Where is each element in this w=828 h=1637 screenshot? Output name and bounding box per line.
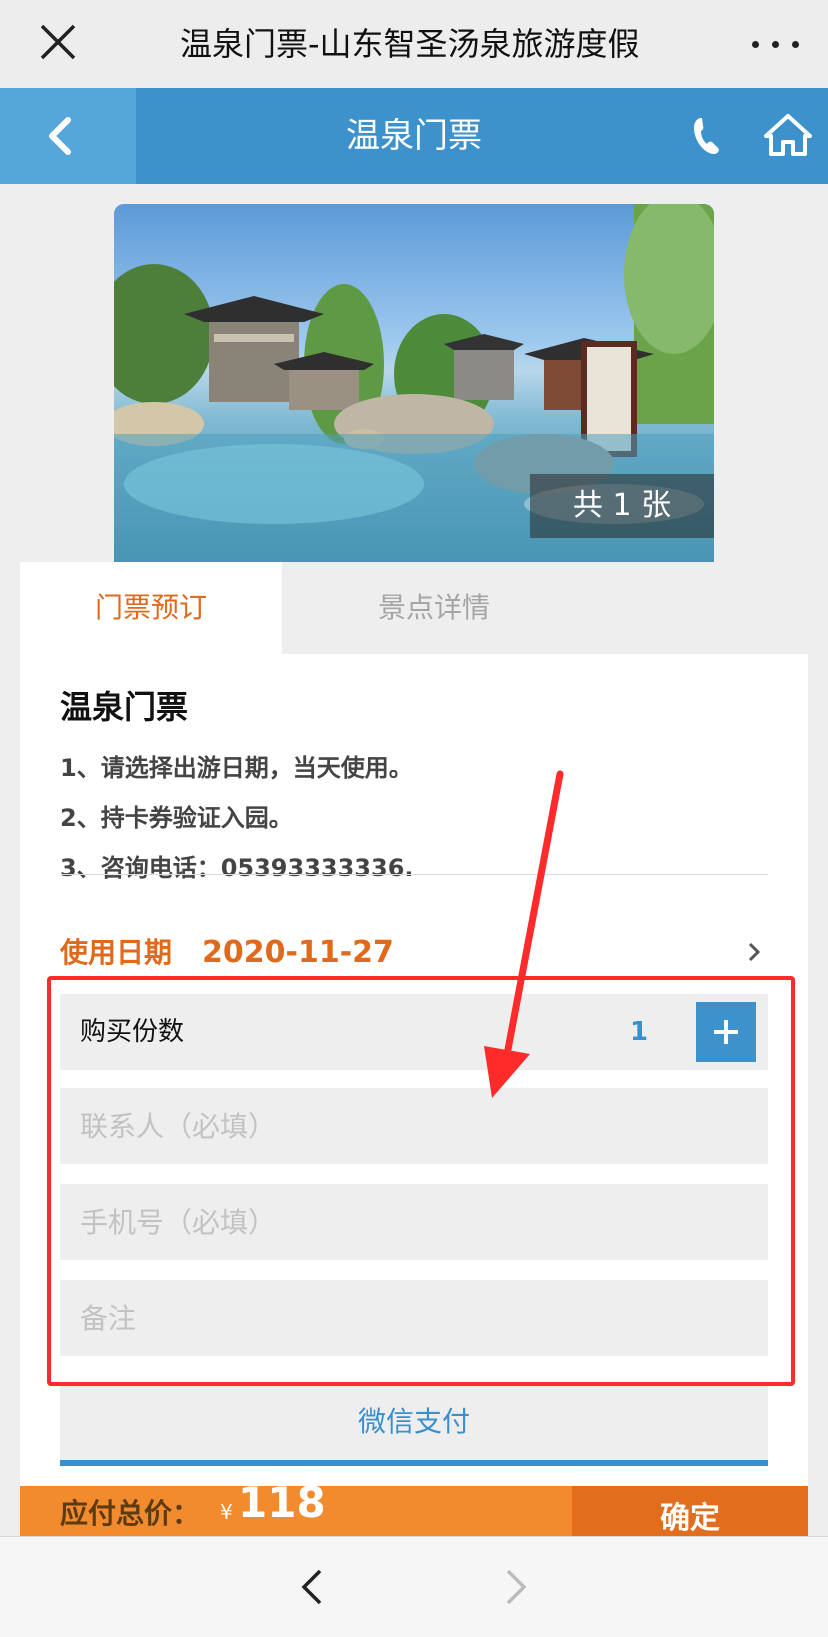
quantity-stepper: 购买份数 1 [60, 994, 768, 1070]
page-title: 温泉门票-山东智圣汤泉旅游度假 [180, 25, 640, 63]
wechat-title-bar: 温泉门票-山东智圣汤泉旅游度假 [0, 0, 828, 88]
browser-nav-bar [0, 1536, 828, 1637]
date-value: 2020-11-27 [202, 935, 394, 970]
booking-card: 门票预订 景点详情 温泉门票 1、请选择出游日期，当天使用。 2、持卡券验证入园… [20, 562, 808, 1492]
more-icon[interactable] [748, 26, 804, 62]
tab-label: 景点详情 [378, 591, 491, 624]
chevron-right-icon[interactable] [500, 1565, 532, 1609]
tab-ticket-booking[interactable]: 门票预订 [20, 562, 282, 654]
nav-bar: 温泉门票 [0, 88, 828, 184]
tab-attraction-details[interactable]: 景点详情 [282, 562, 808, 654]
checkout-bar: 应付总价： ¥ 118 确定 [20, 1486, 808, 1536]
chevron-left-icon[interactable] [296, 1565, 328, 1609]
chevron-left-icon [49, 117, 71, 155]
divider [60, 874, 768, 875]
phone-icon[interactable] [690, 114, 730, 158]
contact-name-input[interactable] [60, 1088, 768, 1164]
wechat-pay-option[interactable]: 微信支付 [60, 1384, 768, 1460]
photo-count-badge: 共 1 张 [530, 474, 714, 538]
phone-number-input[interactable] [60, 1184, 768, 1260]
date-selector[interactable]: 使用日期 2020-11-27 [60, 928, 768, 978]
scenic-banner-image[interactable]: 共 1 张 [114, 204, 714, 566]
note-item: 3、咨询电话：05393333336. [60, 854, 414, 882]
confirm-button[interactable]: 确定 [572, 1486, 808, 1536]
note-item: 2、持卡券验证入园。 [60, 804, 293, 832]
pay-underline [60, 1460, 768, 1466]
date-label: 使用日期 [60, 936, 173, 969]
plus-button[interactable] [696, 1002, 756, 1062]
currency-symbol: ¥ [220, 1500, 233, 1524]
quantity-value: 1 [630, 1017, 649, 1047]
note-item: 1、请选择出游日期，当天使用。 [60, 754, 413, 782]
back-button[interactable] [0, 88, 136, 184]
close-icon[interactable] [36, 20, 80, 64]
chevron-right-icon [748, 942, 761, 962]
product-title: 温泉门票 [60, 688, 189, 726]
quantity-label: 购买份数 [80, 1017, 185, 1047]
remark-input[interactable] [60, 1280, 768, 1356]
total-label: 应付总价： [60, 1497, 201, 1530]
total-price: 118 [238, 1486, 326, 1527]
home-icon[interactable] [764, 112, 812, 158]
